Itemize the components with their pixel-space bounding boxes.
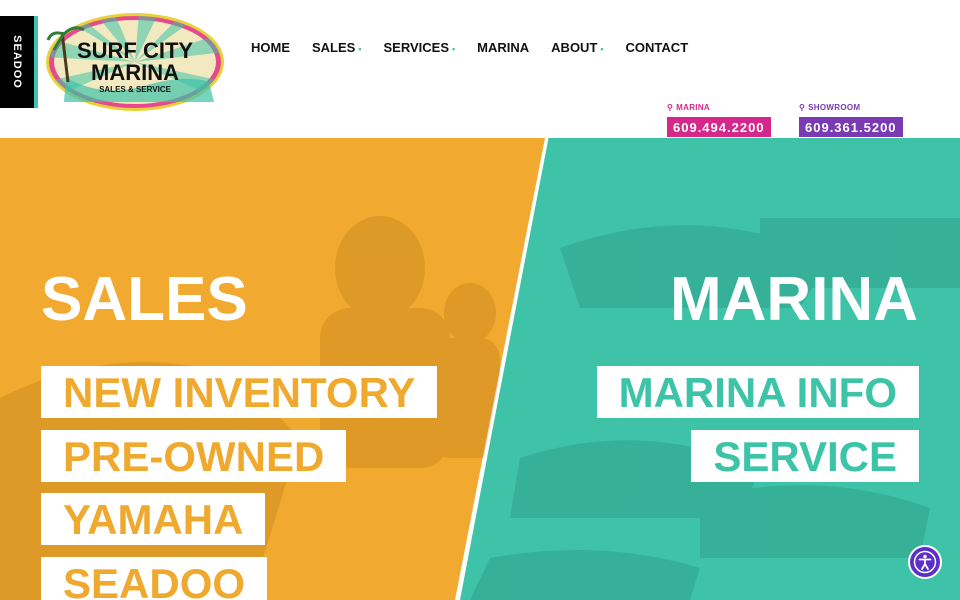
nav-item-label: ABOUT [551,40,598,55]
logo-text-line2: MARINA [91,60,179,85]
logo-text-line3: SALES & SERVICE [99,85,172,94]
marina-link-service[interactable]: SERVICE [691,430,919,482]
dropdown-caret-icon: • [358,44,362,54]
dropdown-caret-icon: • [452,44,456,54]
nav-item-label: HOME [251,40,290,55]
nav-item-label: CONTACT [625,40,689,55]
nav-item-home[interactable]: HOME [251,40,290,55]
phone-showroom[interactable]: ⚲ SHOWROOM 609.361.5200 [799,103,903,137]
accessibility-button[interactable] [908,545,942,579]
surf-city-marina-logo[interactable]: SURF CITY MARINA SALES & SERVICE [44,12,226,112]
nav-item-about[interactable]: ABOUT • [551,40,603,55]
phone-marina[interactable]: ⚲ MARINA 609.494.2200 [667,103,771,137]
sales-title: SALES [41,265,248,334]
nav-item-label: SALES [312,40,356,55]
nav-item-sales[interactable]: SALES • [312,40,362,55]
seadoo-brand-tab[interactable]: SEADOO [0,16,38,108]
phone-showroom-number[interactable]: 609.361.5200 [799,117,903,137]
marina-title: MARINA [670,265,918,334]
dropdown-caret-icon: • [600,44,604,54]
phone-showroom-label: SHOWROOM [808,103,861,112]
sales-link-seadoo[interactable]: SEADOO [41,557,268,600]
site-header: SEADOO SURF CITY MARINA SALES & SERVICE … [0,0,960,138]
hero-split: SALES MARINA NEW INVENTORY PRE-OWNED YAMAH… [0,138,960,600]
nav-item-marina[interactable]: MARINA [477,40,529,55]
accessibility-icon [913,550,937,574]
phone-marina-number[interactable]: 609.494.2200 [667,117,771,137]
nav-item-services[interactable]: SERVICES • [384,40,456,55]
nav-item-label: SERVICES [383,40,450,55]
sales-link-new-inventory[interactable]: NEW INVENTORY [41,366,438,418]
seadoo-tab-label: SEADOO [11,35,23,89]
phone-marina-label: MARINA [676,103,710,112]
location-pin-icon: ⚲ [799,103,806,112]
location-pin-icon: ⚲ [667,103,674,112]
main-nav: HOME SALES • SERVICES • MARINA ABOUT • CONTACT [251,40,710,55]
sales-link-yamaha[interactable]: YAMAHA [41,493,266,545]
marina-link-marina-info[interactable]: MARINA INFO [596,366,919,418]
sales-link-pre-owned[interactable]: PRE-OWNED [41,430,347,482]
nav-item-label: MARINA [477,40,530,55]
nav-item-contact[interactable]: CONTACT [626,40,689,55]
